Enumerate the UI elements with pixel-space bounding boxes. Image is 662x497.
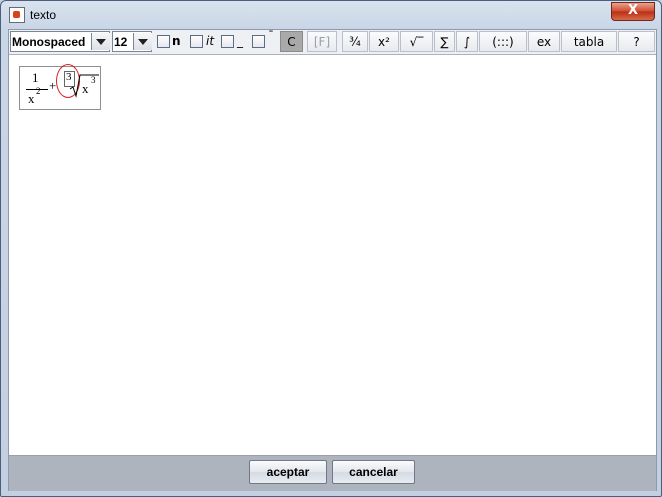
bold-label: n bbox=[172, 34, 181, 48]
format-toolbar: Monospaced 12 n it _ ¯ C [F] ¾ x² √‾ ∑ ∫… bbox=[9, 29, 656, 55]
underline-checkbox[interactable] bbox=[221, 35, 234, 48]
fraction-denominator-exponent: 2 bbox=[36, 86, 41, 96]
cancel-button[interactable]: cancelar bbox=[332, 460, 415, 484]
overline-label: ¯ bbox=[268, 29, 274, 43]
close-button[interactable]: X bbox=[611, 2, 655, 21]
dialog-window: texto X Monospaced 12 n it _ ¯ C [F] ¾ x… bbox=[0, 0, 662, 497]
fraction-button[interactable]: ¾ bbox=[342, 31, 368, 52]
matrix-button[interactable]: (:::) bbox=[479, 31, 527, 52]
power-button[interactable]: x² bbox=[369, 31, 399, 52]
fraction-denominator-base: x bbox=[28, 91, 35, 106]
title-bar[interactable]: texto X bbox=[1, 1, 661, 29]
bold-checkbox[interactable] bbox=[157, 35, 170, 48]
ex-button[interactable]: ex bbox=[528, 31, 560, 52]
font-size-select[interactable]: 12 bbox=[112, 31, 152, 52]
java-app-icon bbox=[9, 7, 25, 23]
fraction-numerator: 1 bbox=[32, 70, 39, 85]
window-title: texto bbox=[30, 8, 57, 22]
text-editor-area[interactable]: 1 x 2 + 3 x 3 bbox=[9, 55, 656, 455]
button-bar: aceptar cancelar bbox=[9, 455, 656, 491]
accept-button[interactable]: aceptar bbox=[249, 460, 327, 484]
chevron-down-icon[interactable] bbox=[91, 33, 110, 50]
table-button[interactable]: tabla bbox=[561, 31, 617, 52]
formula-button[interactable]: [F] bbox=[307, 31, 337, 52]
font-family-select[interactable]: Monospaced bbox=[10, 31, 110, 52]
integral-button[interactable]: ∫ bbox=[456, 31, 478, 52]
overline-checkbox[interactable] bbox=[252, 35, 265, 48]
sum-button[interactable]: ∑ bbox=[434, 31, 455, 52]
radicand-base: x bbox=[82, 81, 89, 96]
formula-box[interactable]: 1 x 2 + 3 x 3 bbox=[19, 64, 101, 110]
help-button[interactable]: ? bbox=[618, 31, 655, 52]
radicand-exponent: 3 bbox=[91, 75, 96, 85]
root-button[interactable]: √‾ bbox=[400, 31, 433, 52]
chevron-down-icon[interactable] bbox=[133, 33, 152, 50]
font-size-value: 12 bbox=[114, 35, 128, 49]
font-family-value: Monospaced bbox=[12, 35, 86, 49]
italic-checkbox[interactable] bbox=[190, 35, 203, 48]
dialog-content: Monospaced 12 n it _ ¯ C [F] ¾ x² √‾ ∑ ∫… bbox=[8, 29, 657, 491]
italic-label: it bbox=[206, 34, 215, 48]
color-button[interactable]: C bbox=[280, 31, 303, 52]
underline-label: _ bbox=[237, 34, 243, 48]
